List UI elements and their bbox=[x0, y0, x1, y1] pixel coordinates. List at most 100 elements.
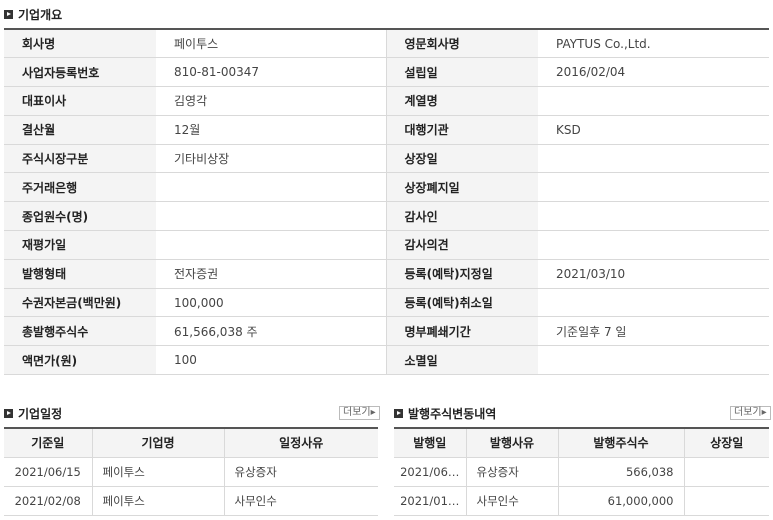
schedule-more-button[interactable]: 더보기▸ bbox=[339, 406, 380, 420]
schedule-date: 2021/02/08 bbox=[4, 486, 93, 516]
schedule-date: 2021/06/15 bbox=[4, 457, 93, 487]
overview-label: 대행기관 bbox=[386, 115, 538, 145]
overview-label: 종업원수(명) bbox=[4, 201, 156, 232]
table-row: 2021/02/08 페이투스 사무인수 bbox=[4, 486, 378, 516]
schedule-reason: 유상증자 bbox=[224, 457, 378, 487]
overview-label: 감사의견 bbox=[386, 230, 538, 260]
issuance-table: 발행일 발행사유 발행주식수 상장일 2021/06… 유상증자 566,038… bbox=[394, 427, 769, 516]
issuance-col-listing: 상장일 bbox=[684, 428, 769, 458]
issuance-header-row: 발행일 발행사유 발행주식수 상장일 bbox=[394, 428, 769, 458]
overview-value: 100 bbox=[156, 345, 387, 376]
overview-label: 계열명 bbox=[386, 86, 538, 116]
overview-label: 등록(예탁)취소일 bbox=[386, 288, 538, 318]
schedule-reason: 사무인수 bbox=[224, 486, 378, 516]
schedule-header-row: 기준일 기업명 일정사유 bbox=[4, 428, 378, 458]
issuance-reason: 사무인수 bbox=[466, 486, 559, 516]
overview-value bbox=[538, 144, 769, 174]
schedule-company: 페이투스 bbox=[92, 457, 225, 487]
overview-value bbox=[538, 288, 769, 318]
schedule-col-company: 기업명 bbox=[92, 428, 225, 458]
issuance-date: 2021/01… bbox=[394, 486, 467, 516]
overview-table: 회사명 페이투스 영문회사명 PAYTUS Co.,Ltd. 사업자등록번호 810-81… bbox=[4, 28, 769, 376]
overview-label: 소멸일 bbox=[386, 345, 538, 376]
overview-value: 김영각 bbox=[156, 86, 387, 116]
overview-label: 발행형태 bbox=[4, 259, 156, 289]
overview-label: 상장폐지일 bbox=[386, 172, 538, 203]
issuance-reason: 유상증자 bbox=[466, 457, 559, 487]
overview-label: 회사명 bbox=[4, 29, 156, 59]
overview-value bbox=[538, 230, 769, 260]
schedule-company: 페이투스 bbox=[92, 486, 225, 516]
table-row: 사업자등록번호 810-81-00347 설립일 2016/02/04 bbox=[4, 57, 769, 88]
overview-label: 대표이사 bbox=[4, 86, 156, 116]
overview-value bbox=[538, 201, 769, 232]
section-bullet-icon bbox=[4, 409, 13, 418]
overview-value bbox=[156, 172, 387, 203]
overview-label: 상장일 bbox=[386, 144, 538, 174]
overview-value: 페이투스 bbox=[156, 29, 387, 59]
overview-value bbox=[538, 86, 769, 116]
section-bullet-icon bbox=[394, 409, 403, 418]
overview-value: 전자증권 bbox=[156, 259, 387, 289]
table-row: 결산월 12월 대행기관 KSD bbox=[4, 115, 769, 145]
table-row: 대표이사 김영각 계열명 bbox=[4, 86, 769, 116]
table-row: 액면가(원) 100 소멸일 bbox=[4, 345, 769, 376]
overview-label: 감사인 bbox=[386, 201, 538, 232]
overview-value: 2021/03/10 bbox=[538, 259, 769, 289]
overview-value: 기타비상장 bbox=[156, 144, 387, 174]
issuance-shares: 566,038 bbox=[558, 457, 685, 487]
overview-value: 810-81-00347 bbox=[156, 57, 387, 88]
table-row: 2021/06… 유상증자 566,038 bbox=[394, 457, 769, 487]
overview-value bbox=[156, 230, 387, 260]
overview-label: 명부폐쇄기간 bbox=[386, 316, 538, 347]
issuance-more-button[interactable]: 더보기▸ bbox=[730, 406, 771, 420]
overview-label: 액면가(원) bbox=[4, 345, 156, 376]
overview-label: 설립일 bbox=[386, 57, 538, 88]
overview-label: 주식시장구분 bbox=[4, 144, 156, 174]
overview-label: 수권자본금(백만원) bbox=[4, 288, 156, 318]
section-bullet-icon bbox=[4, 10, 13, 19]
overview-title: 기업개요 bbox=[18, 8, 63, 22]
issuance-listing bbox=[684, 457, 769, 487]
schedule-col-date: 기준일 bbox=[4, 428, 93, 458]
issuance-title: 발행주식변동내역 bbox=[408, 407, 497, 421]
schedule-table: 기준일 기업명 일정사유 2021/06/15 페이투스 유상증자 2021/0… bbox=[4, 427, 378, 516]
overview-label: 총발행주식수 bbox=[4, 316, 156, 347]
overview-value bbox=[156, 201, 387, 232]
overview-value: 12월 bbox=[156, 115, 387, 145]
table-row: 주거래은행 상장폐지일 bbox=[4, 172, 769, 203]
overview-label: 주거래은행 bbox=[4, 172, 156, 203]
schedule-col-reason: 일정사유 bbox=[224, 428, 378, 458]
overview-label: 등록(예탁)지정일 bbox=[386, 259, 538, 289]
overview-value bbox=[538, 172, 769, 203]
overview-value: 기준일후 7 일 bbox=[538, 316, 769, 347]
issuance-col-shares: 발행주식수 bbox=[558, 428, 685, 458]
overview-value: 61,566,038 주 bbox=[156, 316, 387, 347]
overview-value: KSD bbox=[538, 115, 769, 145]
overview-value: 100,000 bbox=[156, 288, 387, 318]
overview-label: 영문회사명 bbox=[386, 29, 538, 59]
issuance-section-title: 발행주식변동내역 bbox=[394, 405, 496, 422]
table-row: 주식시장구분 기타비상장 상장일 bbox=[4, 144, 769, 174]
schedule-title: 기업일정 bbox=[18, 407, 63, 421]
overview-label: 결산월 bbox=[4, 115, 156, 145]
issuance-shares: 61,000,000 bbox=[558, 486, 685, 516]
issuance-col-date: 발행일 bbox=[394, 428, 467, 458]
issuance-date: 2021/06… bbox=[394, 457, 467, 487]
overview-value: 2016/02/04 bbox=[538, 57, 769, 88]
overview-value bbox=[538, 345, 769, 376]
table-row: 총발행주식수 61,566,038 주 명부폐쇄기간 기준일후 7 일 bbox=[4, 316, 769, 347]
issuance-listing bbox=[684, 486, 769, 516]
table-row: 재평가일 감사의견 bbox=[4, 230, 769, 260]
overview-label: 사업자등록번호 bbox=[4, 57, 156, 88]
overview-section-title: 기업개요 bbox=[4, 6, 62, 23]
table-row: 회사명 페이투스 영문회사명 PAYTUS Co.,Ltd. bbox=[4, 29, 769, 59]
table-row: 수권자본금(백만원) 100,000 등록(예탁)취소일 bbox=[4, 288, 769, 318]
issuance-col-reason: 발행사유 bbox=[466, 428, 559, 458]
table-row: 2021/01… 사무인수 61,000,000 bbox=[394, 486, 769, 516]
overview-value: PAYTUS Co.,Ltd. bbox=[538, 29, 769, 59]
table-row: 발행형태 전자증권 등록(예탁)지정일 2021/03/10 bbox=[4, 259, 769, 289]
table-row: 2021/06/15 페이투스 유상증자 bbox=[4, 457, 378, 487]
schedule-section-title: 기업일정 bbox=[4, 405, 62, 422]
overview-label: 재평가일 bbox=[4, 230, 156, 260]
